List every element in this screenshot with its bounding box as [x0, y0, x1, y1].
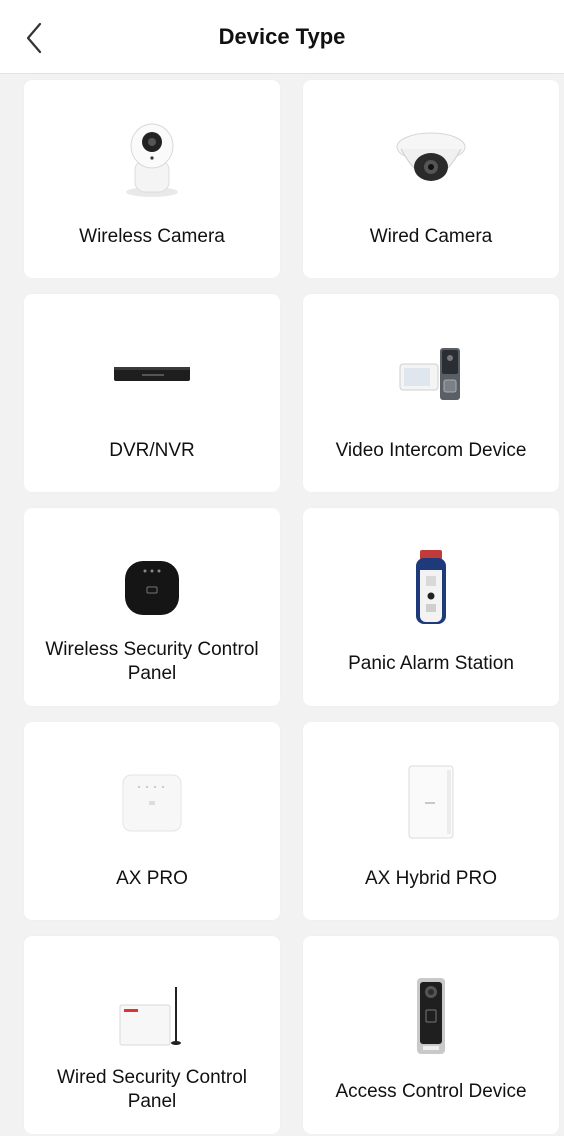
top-bar: Device Type: [0, 0, 564, 74]
device-label: Wireless Camera: [79, 226, 225, 247]
ax-hybrid-pro-icon: [376, 762, 486, 842]
device-label: DVR/NVR: [109, 440, 195, 461]
device-card-dvr-nvr[interactable]: DVR/NVR: [24, 294, 280, 492]
page-title: Device Type: [218, 24, 346, 49]
device-label: AX PRO: [116, 868, 188, 889]
device-card-video-intercom[interactable]: Video Intercom Device: [303, 294, 559, 492]
device-label: Video Intercom Device: [335, 440, 527, 461]
device-label: Wired Security Control Panel: [56, 1067, 248, 1112]
access-control-icon: [376, 976, 486, 1056]
device-label: Panic Alarm Station: [348, 653, 514, 674]
device-card-wired-camera[interactable]: Wired Camera: [303, 80, 559, 278]
device-card-ax-hybrid-pro[interactable]: AX Hybrid PRO: [303, 722, 559, 920]
wireless-camera-icon: [97, 120, 207, 200]
device-label: AX Hybrid PRO: [365, 868, 497, 889]
video-intercom-icon: [376, 334, 486, 414]
device-card-wired-security-panel[interactable]: Wired Security Control Panel: [24, 936, 280, 1134]
device-card-wireless-security-panel[interactable]: Wireless Security Control Panel: [24, 508, 280, 706]
device-card-panic-alarm[interactable]: Panic Alarm Station: [303, 508, 559, 706]
device-card-wireless-camera[interactable]: Wireless Camera: [24, 80, 280, 278]
dome-camera-icon: [376, 120, 486, 200]
dvr-nvr-icon: [97, 334, 207, 414]
wired-panel-icon: [97, 976, 207, 1056]
device-label: Wired Camera: [369, 226, 493, 247]
ax-pro-icon: [97, 762, 207, 842]
device-card-ax-pro[interactable]: AX PRO: [24, 722, 280, 920]
wireless-panel-icon: [97, 548, 207, 628]
panic-alarm-icon: [376, 548, 486, 628]
device-label: Wireless Security Control Panel: [45, 639, 259, 684]
device-label: Access Control Device: [335, 1081, 527, 1102]
device-card-access-control[interactable]: Access Control Device: [303, 936, 559, 1134]
